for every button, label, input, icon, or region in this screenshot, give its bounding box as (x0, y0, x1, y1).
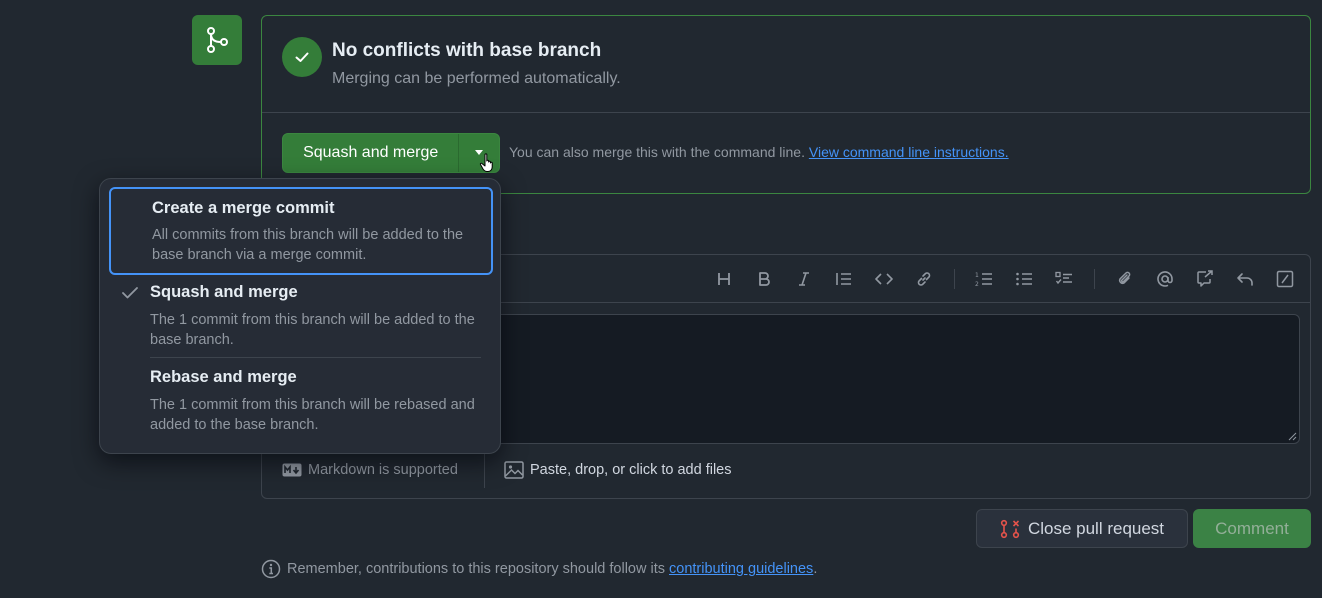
git-merge-tile (192, 15, 242, 65)
quote-icon[interactable] (832, 267, 856, 291)
hand-cursor-icon (479, 153, 493, 172)
ordered-list-icon[interactable]: 12 (972, 267, 996, 291)
merge-box-divider (262, 112, 1310, 113)
git-merge-icon (207, 27, 228, 53)
menu-item-create-merge-commit[interactable]: Create a merge commit All commits from t… (109, 187, 493, 275)
reminder-period: . (813, 561, 818, 577)
toolbar-separator (1094, 269, 1095, 289)
add-files-text: Paste, drop, or click to add files (530, 462, 732, 478)
info-icon (261, 559, 281, 579)
merge-status-title: No conflicts with base branch (332, 40, 602, 61)
markdown-supported-hint[interactable]: Markdown is supported (282, 458, 458, 482)
merge-method-menu: Create a merge commit All commits from t… (99, 178, 501, 454)
mention-icon[interactable] (1153, 267, 1177, 291)
menu-divider (150, 357, 481, 358)
markdown-icon (282, 463, 302, 477)
command-line-instructions-link[interactable]: View command line instructions. (809, 144, 1009, 160)
code-icon[interactable] (872, 267, 896, 291)
reminder-text: Remember, contributions to this reposito… (287, 561, 665, 577)
check-icon (282, 37, 322, 77)
bold-icon[interactable] (752, 267, 776, 291)
footer-separator (484, 454, 485, 488)
svg-text:1: 1 (975, 272, 979, 279)
check-icon (122, 287, 138, 299)
menu-item-title: Rebase and merge (150, 368, 297, 386)
italic-icon[interactable] (792, 267, 816, 291)
image-icon (504, 461, 524, 479)
reply-icon[interactable] (1233, 267, 1257, 291)
heading-icon[interactable] (712, 267, 736, 291)
git-pull-request-closed-icon (1000, 519, 1020, 538)
link-icon[interactable] (912, 267, 936, 291)
unordered-list-icon[interactable] (1012, 267, 1036, 291)
svg-text:2: 2 (975, 281, 979, 287)
slash-command-icon[interactable] (1273, 267, 1297, 291)
reference-icon[interactable] (1193, 267, 1217, 291)
menu-item-description: All commits from this branch will be add… (152, 227, 464, 263)
add-files-button[interactable]: Paste, drop, or click to add files (504, 458, 732, 482)
markdown-hint-text: Markdown is supported (308, 462, 458, 478)
menu-item-rebase-and-merge[interactable]: Rebase and merge The 1 commit from this … (109, 359, 493, 445)
squash-and-merge-button[interactable]: Squash and merge (283, 134, 460, 172)
contributing-reminder: Remember, contributions to this reposito… (261, 558, 817, 580)
command-line-text: You can also merge this with the command… (509, 144, 805, 160)
command-line-note: You can also merge this with the command… (509, 144, 1009, 160)
menu-item-title: Create a merge commit (152, 199, 335, 217)
close-pull-request-button[interactable]: Close pull request (976, 509, 1188, 548)
menu-item-title: Squash and merge (150, 283, 298, 301)
comment-button[interactable]: Comment (1193, 509, 1311, 548)
merge-button-group: Squash and merge (282, 133, 500, 173)
menu-item-squash-and-merge[interactable]: Squash and merge The 1 commit from this … (109, 274, 493, 358)
menu-item-description: The 1 commit from this branch will be ad… (150, 312, 475, 348)
toolbar-separator (954, 269, 955, 289)
attachment-icon[interactable] (1113, 267, 1137, 291)
close-pull-request-label: Close pull request (1027, 518, 1165, 538)
menu-item-description: The 1 commit from this branch will be re… (150, 397, 475, 433)
task-list-icon[interactable] (1052, 267, 1076, 291)
merge-status-subtitle: Merging can be performed automatically. (332, 70, 621, 87)
merge-box: No conflicts with base branch Merging ca… (261, 15, 1311, 194)
resize-grip-icon[interactable] (1287, 431, 1297, 441)
contributing-guidelines-link[interactable]: contributing guidelines (669, 561, 813, 577)
